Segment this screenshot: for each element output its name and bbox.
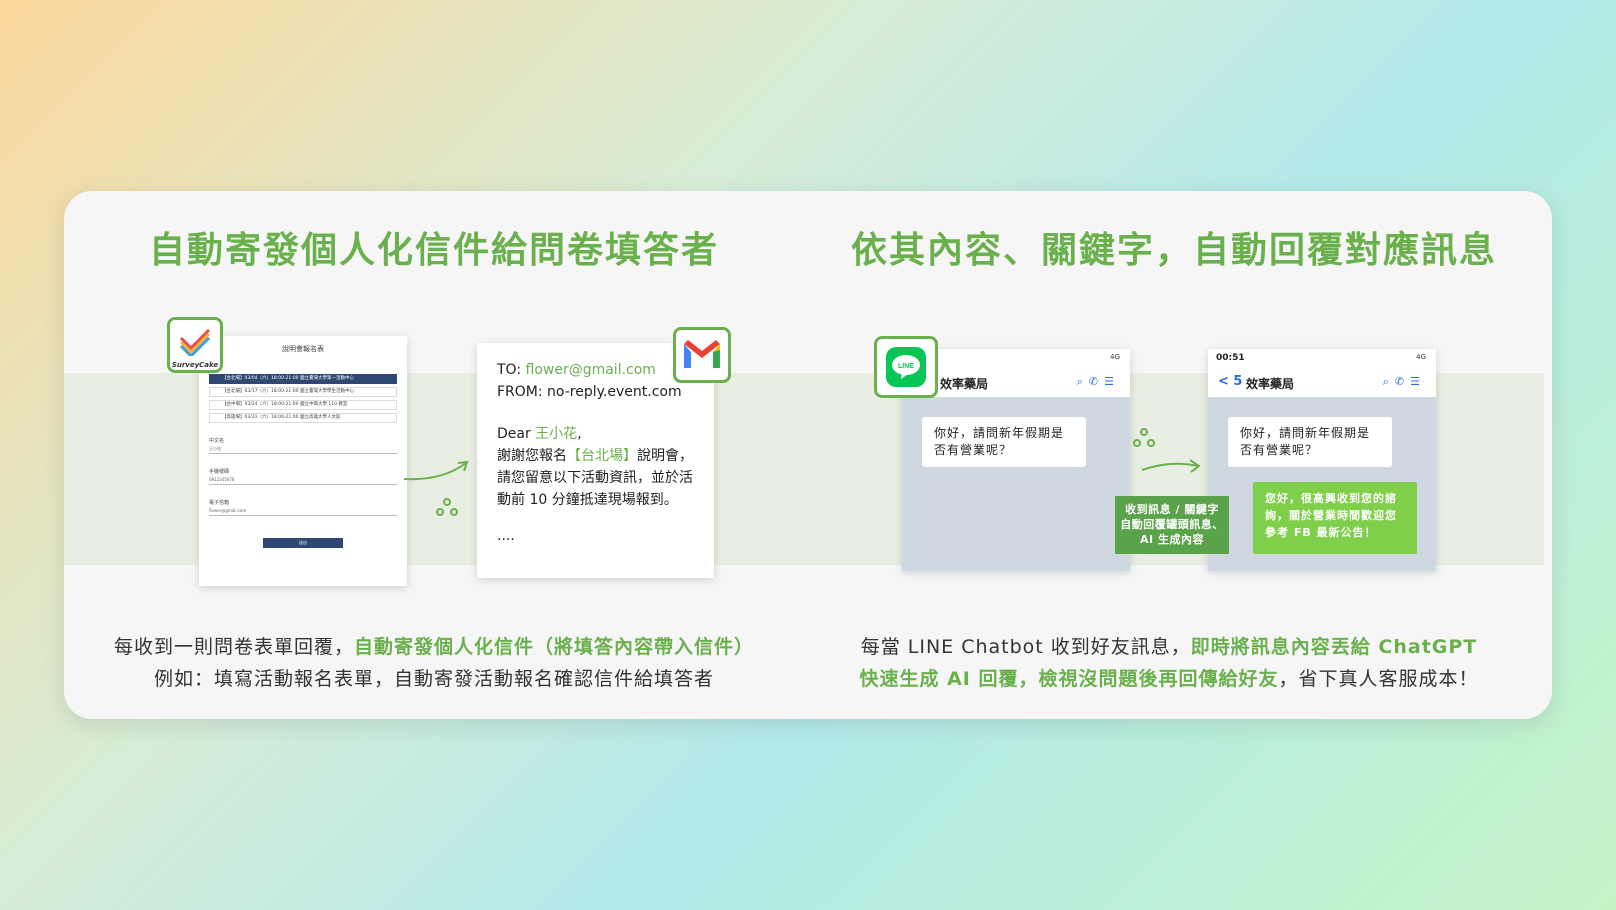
- right-description: 每當 LINE Chatbot 收到好友訊息，即時將訊息內容丟給 ChatGPT…: [859, 636, 1479, 690]
- chat-action-icons[interactable]: ⌕✆☰: [1383, 375, 1426, 389]
- chat-name: 效率藥局: [940, 377, 989, 391]
- gmail-logo: [673, 327, 731, 383]
- form-option[interactable]: 【台北場】03/17（六）18:00-21:00 國立臺灣大學學生活動中心: [209, 387, 397, 397]
- arrow-icon: [1141, 459, 1201, 473]
- left-description: 每收到一則問卷表單回覆，自動寄發個人化信件（將填答內容帶入信件） 例如：填寫活動…: [113, 636, 755, 690]
- name-label: 中文名: [209, 438, 225, 444]
- signal-icon: 4G: [1110, 353, 1120, 361]
- email-body-line: 動前 10 分鐘抵達現場報到。: [497, 492, 678, 508]
- line-logo: LINE: [874, 336, 938, 398]
- form-option[interactable]: 【高雄場】03/31（六）18:00-21:00 國立高雄大學人文館: [209, 413, 397, 423]
- form-title: 說明會報名表: [282, 345, 324, 353]
- email-greeting: Dear 王小花,: [497, 426, 582, 442]
- phone-field[interactable]: 0912345678: [209, 475, 397, 485]
- reply-bubble: 您好，很高興收到您的諮詢，關於營業時間歡迎您參考 FB 最新公告！: [1253, 482, 1417, 554]
- chat-name: 效率藥局: [1246, 377, 1295, 391]
- phone-label: 手機號碼: [209, 469, 230, 475]
- email-to: TO: flower@gmail.com: [497, 362, 656, 378]
- surveycake-logo: SurveyCake: [167, 317, 223, 373]
- email-field[interactable]: flower@gmail.com: [209, 506, 397, 516]
- phone-time: 00:51: [1216, 353, 1245, 363]
- back-button[interactable]: < 5: [1218, 374, 1242, 389]
- phone-header: 00:51 4G < 5 效率藥局 ⌕✆☰: [1208, 349, 1436, 397]
- feature-card: 自動寄發個人化信件給問卷填答者 說明會報名表 場次 【台北場】03/04（六）1…: [64, 191, 1552, 719]
- right-title: 依其內容、關鍵字，自動回覆對應訊息: [850, 230, 1497, 271]
- gmail-icon: [684, 340, 720, 368]
- chat-action-icons[interactable]: ⌕✆☰: [1077, 375, 1120, 389]
- chat-bubble: 你好，請問新年假期是否有營業呢？: [922, 417, 1086, 467]
- survey-form: 說明會報名表 場次 【台北場】03/04（六）18:00-21:00 國立臺灣大…: [199, 336, 407, 586]
- form-option[interactable]: 【台北場】03/04（六）18:00-21:00 國立臺灣大學第一活動中心: [209, 374, 397, 384]
- check-icon: [179, 328, 211, 359]
- email-ellipsis: ....: [497, 528, 515, 544]
- form-option[interactable]: 【台中場】03/24（六）18:00-21:00 國立中興大學 110 教室: [209, 400, 397, 410]
- surveycake-name: SurveyCake: [171, 361, 219, 369]
- arrow-icon: [403, 460, 469, 481]
- signal-icon: 4G: [1416, 353, 1426, 361]
- form-question: 場次: [209, 364, 397, 371]
- email-body-line: 謝謝您報名【台北場】說明會，: [497, 448, 693, 464]
- webhook-icon: [436, 498, 458, 516]
- email-from: FROM: no-reply.event.com: [497, 384, 682, 400]
- submit-button[interactable]: 送出: [263, 538, 343, 548]
- auto-reply-tag: 收到訊息 / 關鍵字 自動回覆罐頭訊息、 AI 生成內容: [1115, 496, 1229, 554]
- email-body-line: 請您留意以下活動資訊，並於活: [497, 470, 693, 486]
- chat-bubble: 你好，請問新年假期是否有營業呢？: [1228, 417, 1392, 467]
- left-title: 自動寄發個人化信件給問卷填答者: [148, 230, 719, 271]
- email-label: 電子信箱: [209, 500, 230, 506]
- svg-text:LINE: LINE: [898, 363, 914, 370]
- line-icon: LINE: [886, 347, 926, 387]
- phone-after: 00:51 4G < 5 效率藥局 ⌕✆☰ 你好，請問新年假期是否有營業呢？ 您…: [1208, 349, 1436, 571]
- webhook-icon: [1133, 428, 1155, 447]
- name-field[interactable]: 王小花: [209, 444, 397, 454]
